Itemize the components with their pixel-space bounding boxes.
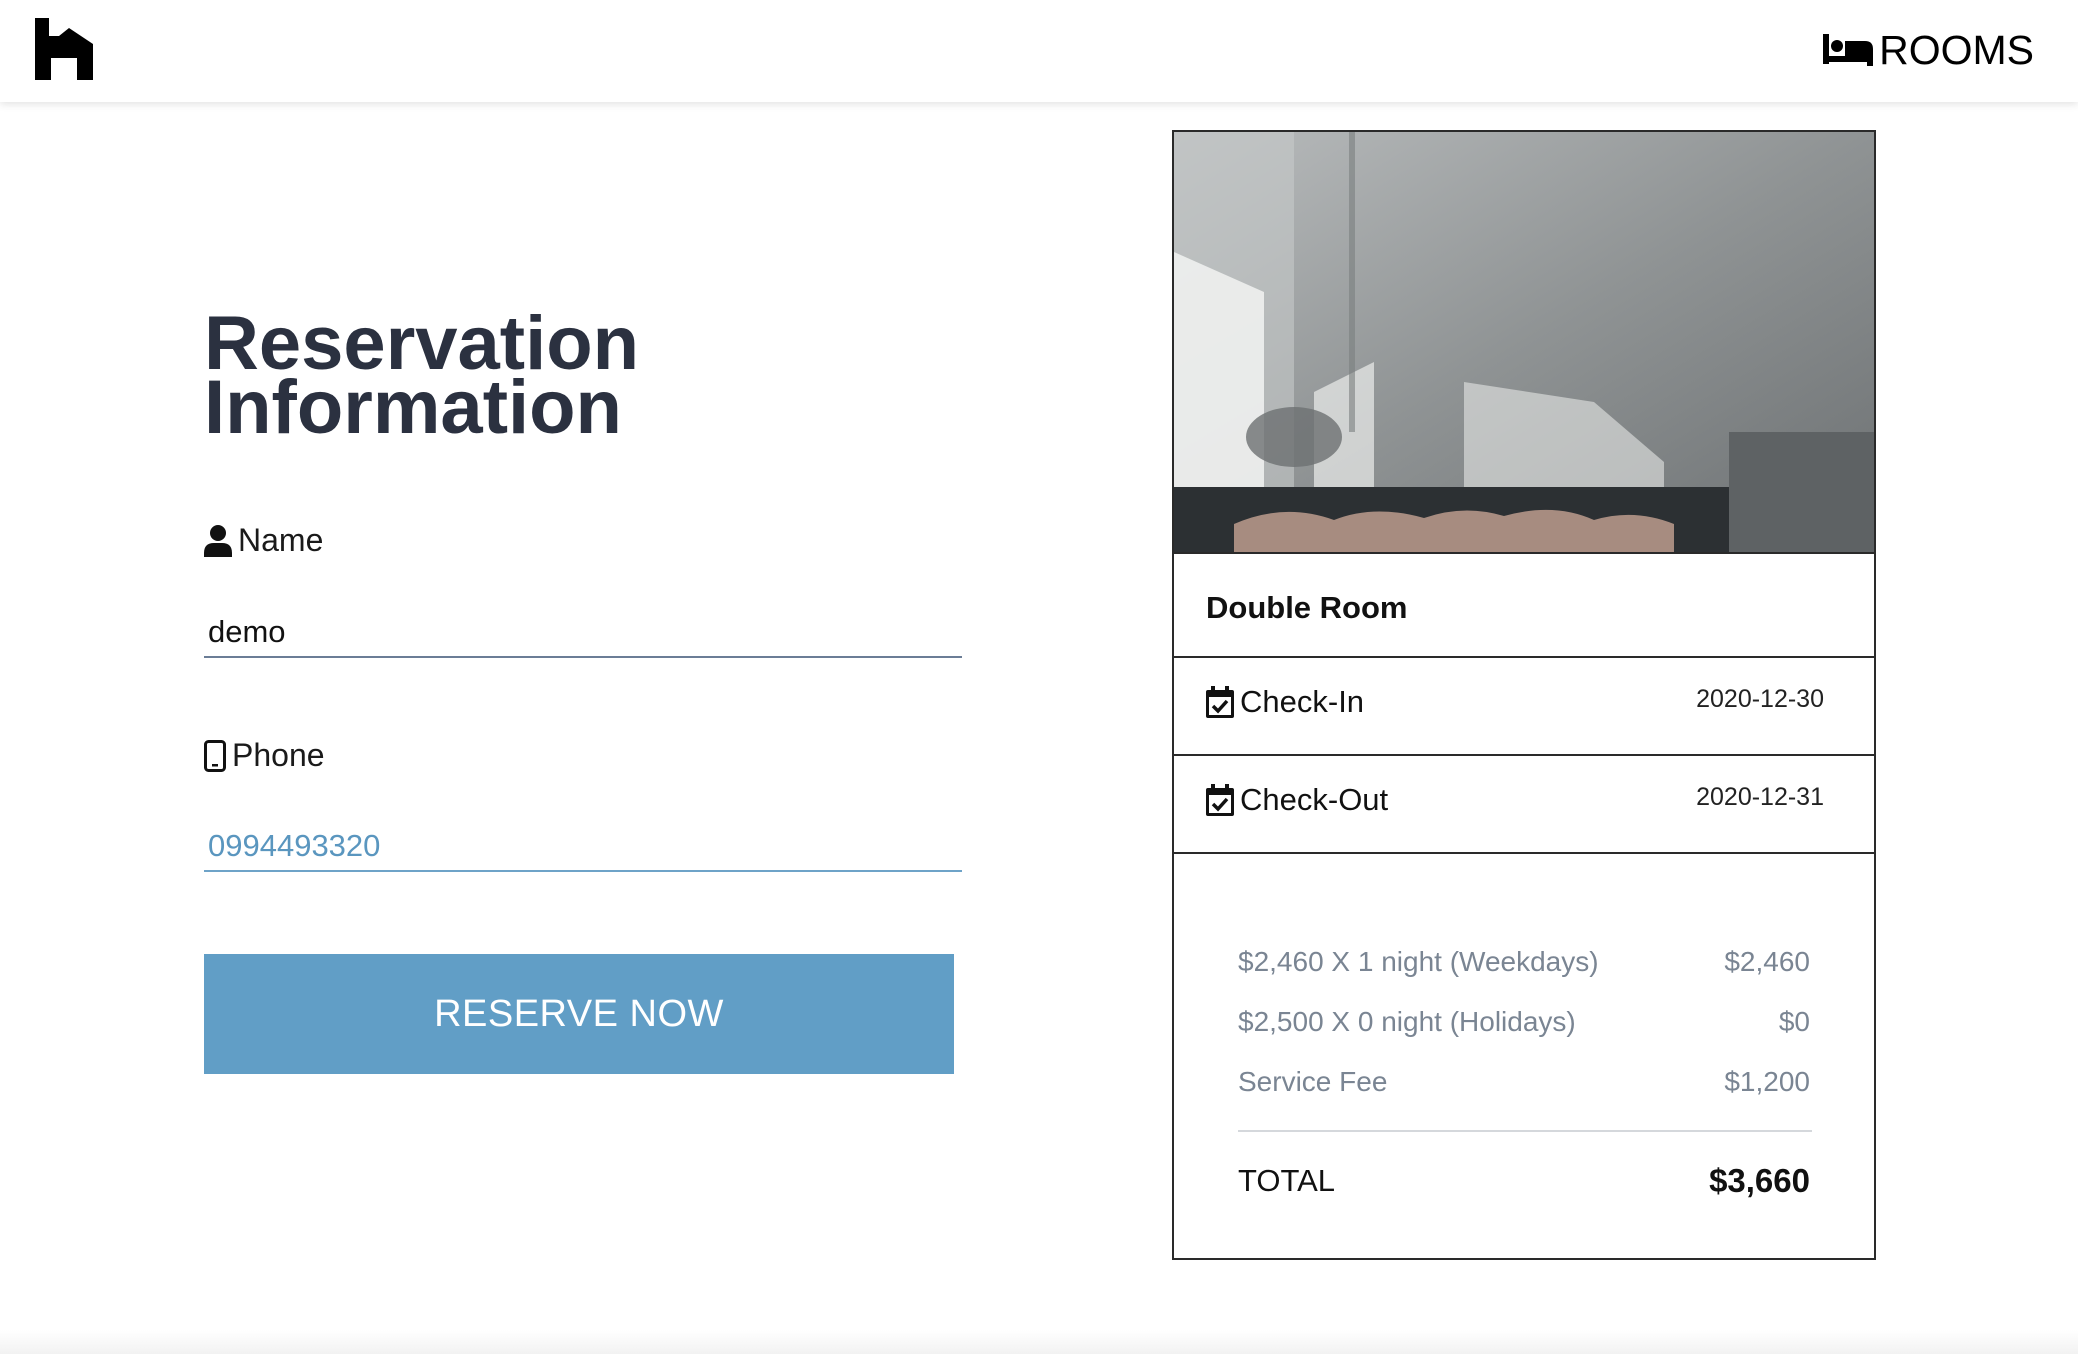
price-line-amount: $2,460 xyxy=(1724,946,1810,977)
check-in-date: 2020-12-30 xyxy=(1696,684,1824,713)
room-photo xyxy=(1174,132,1874,554)
phone-label-text: Phone xyxy=(232,737,325,773)
rooms-label: ROOMS xyxy=(1879,26,2034,73)
check-out-date: 2020-12-31 xyxy=(1696,782,1824,811)
check-out-row: Check-Out 2020-12-31 xyxy=(1206,782,1842,818)
page-title: Reservation Information xyxy=(204,306,639,446)
reservation-page: ROOMS Reservation Information Name Phone… xyxy=(0,0,2078,1354)
check-in-label: Check-In xyxy=(1240,684,1365,719)
name-input[interactable] xyxy=(204,608,962,658)
bed-icon xyxy=(1823,34,1874,66)
divider xyxy=(1174,656,1874,658)
price-line-service-fee: Service Fee $1,200 xyxy=(1238,1066,1810,1098)
divider xyxy=(1174,754,1874,756)
room-name: Double Room xyxy=(1206,590,1408,625)
rooms-nav-link[interactable]: ROOMS xyxy=(1821,24,2034,76)
check-in-row: Check-In 2020-12-30 xyxy=(1206,684,1842,720)
top-navbar: ROOMS xyxy=(0,0,2078,102)
price-line-label: $2,460 X 1 night (Weekdays) xyxy=(1238,946,1599,977)
phone-label: Phone xyxy=(204,737,325,774)
footer-band xyxy=(0,1330,2078,1354)
reserve-now-button[interactable]: RESERVE NOW xyxy=(204,954,954,1074)
price-line-holidays: $2,500 X 0 night (Holidays) $0 xyxy=(1238,1006,1810,1038)
page-title-line2: Information xyxy=(204,365,622,450)
booking-summary-card: Double Room Check-In 2020-12-30 Check-Ou… xyxy=(1172,130,1876,1260)
price-line-label: $2,500 X 0 night (Holidays) xyxy=(1238,1006,1576,1037)
phone-input[interactable] xyxy=(204,822,962,872)
mobile-phone-icon xyxy=(204,739,226,772)
total-label: TOTAL xyxy=(1238,1163,1336,1198)
calendar-check-icon xyxy=(1206,784,1234,816)
price-line-label: Service Fee xyxy=(1238,1066,1388,1097)
total-divider xyxy=(1238,1130,1812,1132)
total-row: TOTAL $3,660 xyxy=(1238,1162,1810,1200)
name-label-text: Name xyxy=(238,522,324,558)
price-line-amount: $1,200 xyxy=(1724,1066,1810,1097)
calendar-check-icon xyxy=(1206,686,1234,718)
user-icon xyxy=(204,524,232,557)
price-line-weekdays: $2,460 X 1 night (Weekdays) $2,460 xyxy=(1238,946,1810,978)
name-label: Name xyxy=(204,522,323,559)
price-line-amount: $0 xyxy=(1778,1006,1810,1037)
divider xyxy=(1174,852,1874,854)
check-out-label: Check-Out xyxy=(1240,782,1389,817)
total-amount: $3,660 xyxy=(1709,1162,1810,1199)
hotel-logo-icon[interactable] xyxy=(35,18,93,80)
